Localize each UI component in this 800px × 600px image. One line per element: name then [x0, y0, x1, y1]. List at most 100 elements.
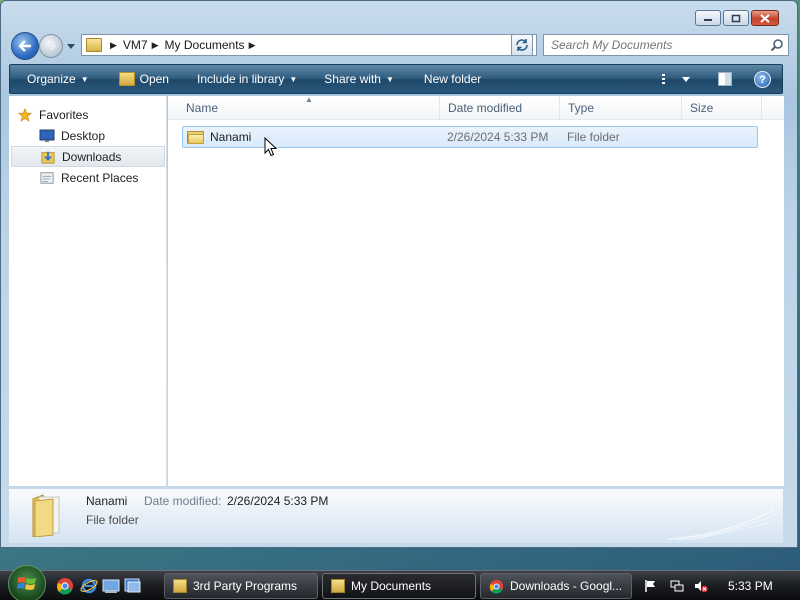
refresh-icon [516, 39, 528, 51]
sidebar-item-favorites[interactable]: Favorites [9, 104, 165, 125]
details-date-label: Date modified: [144, 494, 222, 508]
column-header-size[interactable]: Size [682, 96, 762, 120]
column-header-date-modified[interactable]: Date modified [440, 96, 560, 120]
internet-explorer-icon[interactable] [80, 577, 98, 595]
breadcrumb-my-documents[interactable]: My Documents [165, 38, 245, 52]
sidebar-item-recent-places[interactable]: Recent Places [9, 167, 165, 188]
back-button[interactable] [11, 32, 39, 60]
back-arrow-icon [18, 40, 31, 52]
volume-muted-icon[interactable] [694, 579, 708, 593]
column-headers: Name ▲ Date modified Type Size [168, 95, 784, 120]
file-name-cell: Nanami [187, 127, 251, 147]
folder-icon [173, 579, 187, 593]
new-folder-label: New folder [423, 72, 482, 86]
chevron-down-icon: ▼ [80, 74, 89, 84]
show-desktop-icon[interactable] [102, 577, 120, 595]
search-input[interactable] [551, 38, 761, 52]
sidebar-item-label: Favorites [39, 107, 89, 122]
file-date-cell: 2/26/2024 5:33 PM [447, 130, 549, 144]
details-name: Nanami [86, 494, 128, 508]
chevron-down-icon: ▼ [289, 74, 298, 84]
start-button[interactable] [8, 565, 46, 600]
explorer-window: ▶ VM7 ▶ My Documents ▶ Organize ▼ Open I… [0, 0, 798, 548]
taskbar-button-downloads-chrome[interactable]: Downloads - Googl... [480, 573, 632, 599]
switch-windows-icon[interactable] [124, 577, 142, 595]
taskbar-button-label: 3rd Party Programs [193, 579, 298, 593]
organize-label: Organize [27, 72, 76, 86]
open-button[interactable]: Open [99, 65, 179, 93]
clock[interactable]: 5:33 PM [728, 579, 773, 593]
preview-pane-button[interactable] [718, 72, 732, 86]
chevron-down-icon: ▼ [385, 74, 394, 84]
taskbar-button-label: Downloads - Googl... [510, 579, 623, 593]
include-in-library-label: Include in library [196, 72, 285, 86]
taskbar: 3rd Party Programs My Documents Download… [0, 565, 800, 600]
folder-icon [32, 494, 60, 537]
breadcrumb-separator-icon: ▶ [110, 39, 117, 50]
navigation-row: ▶ VM7 ▶ My Documents ▶ [9, 31, 791, 61]
forward-arrow-icon [46, 41, 57, 51]
maximize-icon [731, 14, 741, 22]
windows-logo-icon [17, 577, 36, 590]
mouse-pointer-icon [264, 136, 278, 160]
search-icon[interactable] [770, 38, 784, 52]
column-header-name-label: Name [186, 101, 219, 115]
forward-button[interactable] [39, 34, 63, 58]
recent-places-icon [40, 171, 54, 184]
chevron-down-icon [67, 43, 75, 49]
chrome-icon[interactable] [56, 577, 74, 595]
organize-button[interactable]: Organize ▼ [10, 65, 99, 93]
folder-icon [187, 130, 204, 144]
sort-ascending-icon: ▲ [305, 95, 313, 104]
recent-pages-dropdown[interactable] [65, 39, 77, 53]
new-folder-button[interactable]: New folder [404, 65, 491, 93]
minimize-icon [704, 19, 712, 21]
details-pane: Nanami Date modified: 2/26/2024 5:33 PM … [9, 489, 783, 543]
maximize-button[interactable] [723, 10, 749, 26]
share-with-button[interactable]: Share with ▼ [307, 65, 404, 93]
details-date-value: 2/26/2024 5:33 PM [227, 494, 329, 508]
breadcrumb-separator-icon: ▶ [151, 39, 159, 50]
star-icon [17, 107, 33, 122]
minimize-button[interactable] [695, 10, 721, 26]
network-icon[interactable] [670, 579, 684, 593]
notification-area: 5:33 PM [638, 571, 800, 600]
sidebar-item-downloads[interactable]: Downloads [11, 146, 165, 167]
breadcrumb-separator-icon[interactable]: ▶ [249, 40, 256, 51]
folder-icon [86, 38, 102, 52]
share-with-label: Share with [324, 72, 381, 86]
desktop-icon [39, 129, 55, 142]
caption-buttons [695, 10, 779, 26]
downloads-icon [41, 151, 55, 164]
column-header-type[interactable]: Type [560, 96, 682, 120]
file-list: Name ▲ Date modified Type Size Nanami 2/… [168, 95, 784, 486]
sidebar-item-label: Desktop [61, 128, 106, 143]
search-box[interactable] [543, 34, 789, 56]
column-header-size-label: Size [690, 101, 714, 115]
file-name: Nanami [210, 130, 252, 144]
views-icon [662, 74, 665, 84]
taskbar-button-my-documents[interactable]: My Documents [322, 573, 476, 599]
refresh-button[interactable] [511, 34, 533, 56]
breadcrumb-vm7[interactable]: VM7 [123, 38, 148, 52]
sidebar-item-label: Recent Places [61, 170, 139, 185]
column-header-date-label: Date modified [448, 101, 523, 115]
help-icon[interactable]: ? [754, 71, 771, 88]
decorative-swoosh [668, 508, 776, 541]
column-header-type-label: Type [568, 101, 595, 115]
address-bar[interactable]: ▶ VM7 ▶ My Documents ▶ [81, 34, 537, 56]
open-icon [118, 72, 135, 86]
include-in-library-button[interactable]: Include in library ▼ [179, 65, 307, 93]
taskbar-button-3rd-party-programs[interactable]: 3rd Party Programs [164, 573, 318, 599]
views-button[interactable] [662, 65, 690, 93]
chevron-down-icon [682, 76, 690, 82]
navigation-pane: Favorites Desktop Downloads Recent Place… [9, 96, 167, 486]
action-center-flag-icon[interactable] [644, 579, 658, 593]
sidebar-item-desktop[interactable]: Desktop [9, 125, 165, 146]
details-type: File folder [86, 513, 139, 527]
chrome-icon [489, 579, 504, 594]
close-button[interactable] [751, 10, 779, 26]
close-icon [760, 13, 770, 23]
sidebar-item-label: Downloads [62, 149, 122, 164]
open-label: Open [139, 72, 169, 86]
